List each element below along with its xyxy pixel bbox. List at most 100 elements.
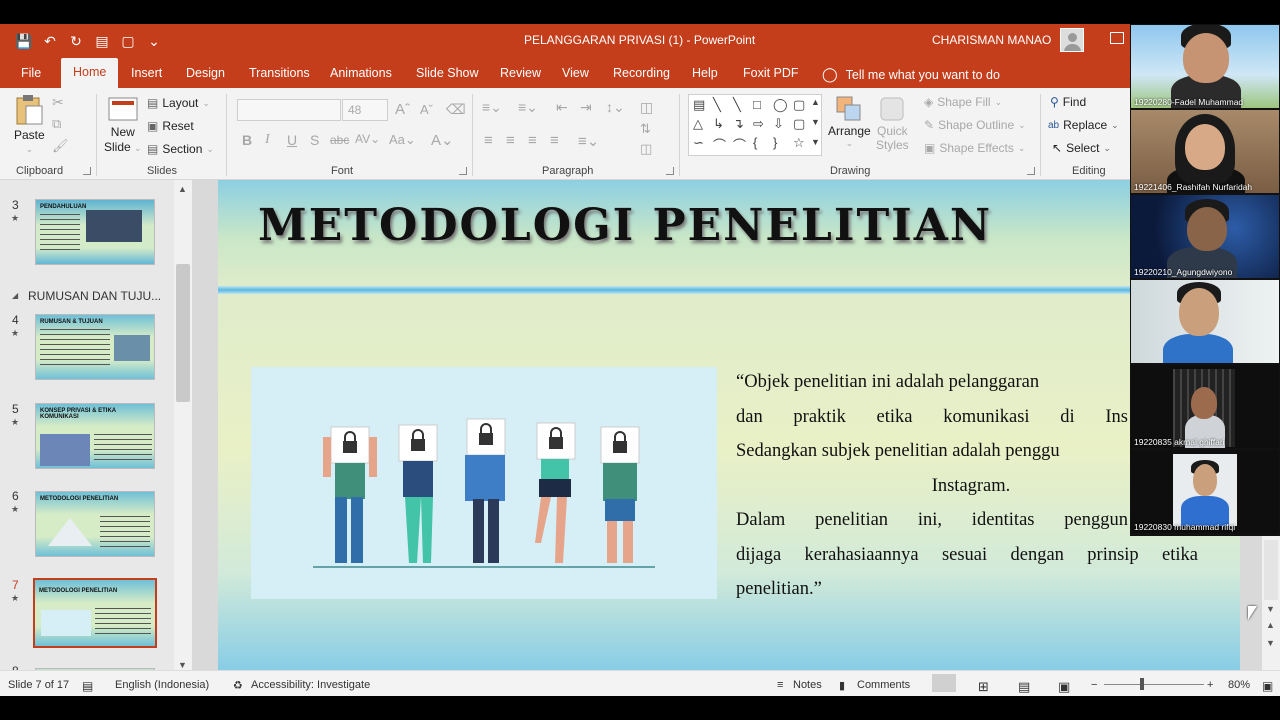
clipboard-launcher-icon[interactable]	[83, 167, 91, 175]
tab-file[interactable]: File	[21, 66, 41, 80]
tab-slide-show[interactable]: Slide Show	[416, 66, 479, 80]
comments-icon[interactable]: ▮	[839, 679, 845, 692]
underline-icon[interactable]: U	[287, 132, 297, 148]
privacy-illustration[interactable]	[251, 367, 717, 599]
ribbon-display-options-icon[interactable]	[1110, 32, 1124, 44]
bold-icon[interactable]: B	[242, 132, 252, 148]
notes-button[interactable]: Notes	[793, 679, 822, 691]
quick-styles-button[interactable]: Quick Styles	[876, 94, 909, 152]
participant-video-tile[interactable]: 19220280-Fadel Muhammad	[1131, 25, 1279, 108]
shape-outline-button[interactable]: ✎ Shape Outline ⌄	[924, 118, 1026, 132]
undo-icon[interactable]: ↶	[40, 32, 60, 50]
brace-shape-icon[interactable]: {	[753, 135, 757, 150]
scroll-up-icon[interactable]: ▲	[178, 184, 187, 194]
line-shape-icon[interactable]: ╲	[713, 97, 721, 113]
shadow-icon[interactable]: S	[310, 132, 319, 148]
scroll-down-icon[interactable]: ▼	[178, 660, 187, 670]
tab-insert[interactable]: Insert	[131, 66, 162, 80]
new-slide-button[interactable]: New Slide ⌄	[104, 96, 142, 154]
slide-sorter-icon[interactable]: ⊞	[978, 679, 989, 695]
thumbnails-scrollbar[interactable]: ▲ ▼	[174, 180, 192, 670]
next-slide-icon[interactable]: ▼	[1266, 638, 1275, 648]
customize-qat-icon[interactable]: ⌄	[144, 32, 164, 50]
arrow-down-shape-icon[interactable]: ⇩	[773, 116, 784, 132]
line-shape-icon[interactable]: ╲	[733, 97, 741, 113]
find-button[interactable]: ⚲ Find	[1050, 95, 1086, 109]
drawing-launcher-icon[interactable]	[1027, 167, 1035, 175]
shapes-gallery[interactable]: ▤ ╲ ╲ □ ◯ ▢ △ ↳ ↴ ⇨ ⇩ ▢ ∽ ⌒ ⌒ { } ☆ ▲ ▼ …	[688, 94, 822, 156]
participant-video-tile[interactable]: 19220835 akmal ghiffari	[1131, 365, 1279, 448]
arc-shape-icon[interactable]: ⌒	[713, 135, 726, 154]
present-icon[interactable]: ▤	[92, 32, 112, 50]
slideshow-view-icon[interactable]: ▣	[1058, 679, 1070, 695]
strikethrough-icon[interactable]: abc	[330, 133, 349, 147]
align-left-icon[interactable]: ≡	[484, 132, 493, 149]
section-label[interactable]: RUMUSAN DAN TUJU...	[28, 289, 161, 303]
bullets-icon[interactable]: ≡⌄	[482, 99, 502, 116]
slide-thumbnail-4[interactable]: RUMUSAN & TUJUAN	[35, 314, 155, 380]
zoom-out-icon[interactable]: −	[1091, 679, 1097, 691]
curve-shape-icon[interactable]: ⌒	[733, 135, 746, 154]
connector-shape-icon[interactable]: ↴	[733, 116, 744, 132]
increase-indent-icon[interactable]: ⇥	[580, 99, 592, 116]
align-right-icon[interactable]: ≡	[528, 132, 537, 149]
tab-recording[interactable]: Recording	[613, 66, 670, 80]
normal-view-icon[interactable]	[932, 674, 956, 692]
italic-icon[interactable]: I	[265, 132, 270, 148]
participant-video-tile[interactable]: 19220830 muhammad rifqi	[1131, 450, 1279, 533]
font-name-combo[interactable]	[237, 99, 341, 121]
connector-shape-icon[interactable]: ↳	[713, 116, 724, 132]
tab-review[interactable]: Review	[500, 66, 541, 80]
tab-animations[interactable]: Animations	[330, 66, 392, 80]
shape-effects-button[interactable]: ▣ Shape Effects ⌄	[924, 141, 1025, 155]
rectangle-shape-icon[interactable]: □	[753, 97, 761, 112]
decrease-indent-icon[interactable]: ⇤	[556, 99, 568, 116]
triangle-shape-icon[interactable]: △	[693, 116, 703, 132]
zoom-slider[interactable]	[1104, 684, 1204, 685]
reading-view-icon[interactable]: ▤	[1018, 679, 1030, 695]
participant-video-tile[interactable]: 19220210_Agungdwiyono	[1131, 195, 1279, 278]
current-slide[interactable]: METODOLOGI PENELITIAN “Objek penelitian …	[218, 180, 1240, 670]
line-spacing-icon[interactable]: ↕⌄	[606, 99, 625, 116]
accessibility-icon[interactable]: ♻	[233, 679, 243, 692]
callout-shape-icon[interactable]: ▢	[793, 116, 805, 132]
align-center-icon[interactable]: ≡	[506, 132, 515, 149]
layout-button[interactable]: ▤ Layout ⌄	[147, 96, 210, 110]
slide-thumbnail-3[interactable]: PENDAHULUAN	[35, 199, 155, 265]
copy-icon[interactable]: ⧉	[52, 116, 61, 132]
tab-help[interactable]: Help	[692, 66, 718, 80]
user-name[interactable]: CHARISMAN MANAO	[932, 33, 1051, 47]
slide-counter[interactable]: Slide 7 of 17	[8, 679, 69, 691]
distribute-icon[interactable]: ≡⌄	[578, 132, 599, 150]
oval-shape-icon[interactable]: ◯	[773, 97, 788, 113]
fit-to-window-icon[interactable]: ▣	[1262, 679, 1273, 693]
cut-icon[interactable]: ✂	[52, 94, 64, 111]
tab-view[interactable]: View	[562, 66, 589, 80]
brace-shape-icon[interactable]: }	[773, 135, 777, 150]
gallery-scroll-up-icon[interactable]: ▲	[811, 97, 820, 107]
user-avatar[interactable]	[1060, 28, 1084, 52]
save-icon[interactable]: 💾	[14, 32, 34, 50]
text-direction-icon[interactable]: ⇅	[640, 121, 651, 137]
shrink-font-icon[interactable]: Aˇ	[420, 102, 433, 117]
scroll-thumb[interactable]	[176, 264, 190, 402]
redo-icon[interactable]: ↻	[66, 32, 86, 50]
rounded-rect-shape-icon[interactable]: ▢	[793, 97, 805, 113]
select-button[interactable]: ↖ Select ⌄	[1052, 141, 1111, 155]
tell-me-search[interactable]: ◯ Tell me what you want to do	[822, 66, 1000, 83]
participant-video-tile[interactable]: 19221406_Rashifah Nurfaridah	[1131, 110, 1279, 193]
char-spacing-icon[interactable]: AV⌄	[355, 132, 380, 146]
language-indicator[interactable]: English (Indonesia)	[115, 679, 209, 691]
accessibility-status[interactable]: Accessibility: Investigate	[251, 679, 370, 691]
reset-button[interactable]: ▣ Reset	[147, 119, 194, 133]
zoom-in-icon[interactable]: +	[1207, 679, 1213, 691]
notes-icon[interactable]: ≡	[777, 679, 783, 691]
layout-icon[interactable]: ▢	[118, 32, 138, 50]
tab-home[interactable]: Home	[61, 58, 119, 88]
tab-transitions[interactable]: Transitions	[249, 66, 310, 80]
star-shape-icon[interactable]: ☆	[793, 135, 805, 151]
justify-icon[interactable]: ≡	[550, 132, 559, 149]
numbering-icon[interactable]: ≡⌄	[518, 99, 538, 116]
replace-button[interactable]: ab Replace ⌄	[1048, 118, 1119, 132]
align-text-icon[interactable]: ◫	[640, 141, 652, 157]
